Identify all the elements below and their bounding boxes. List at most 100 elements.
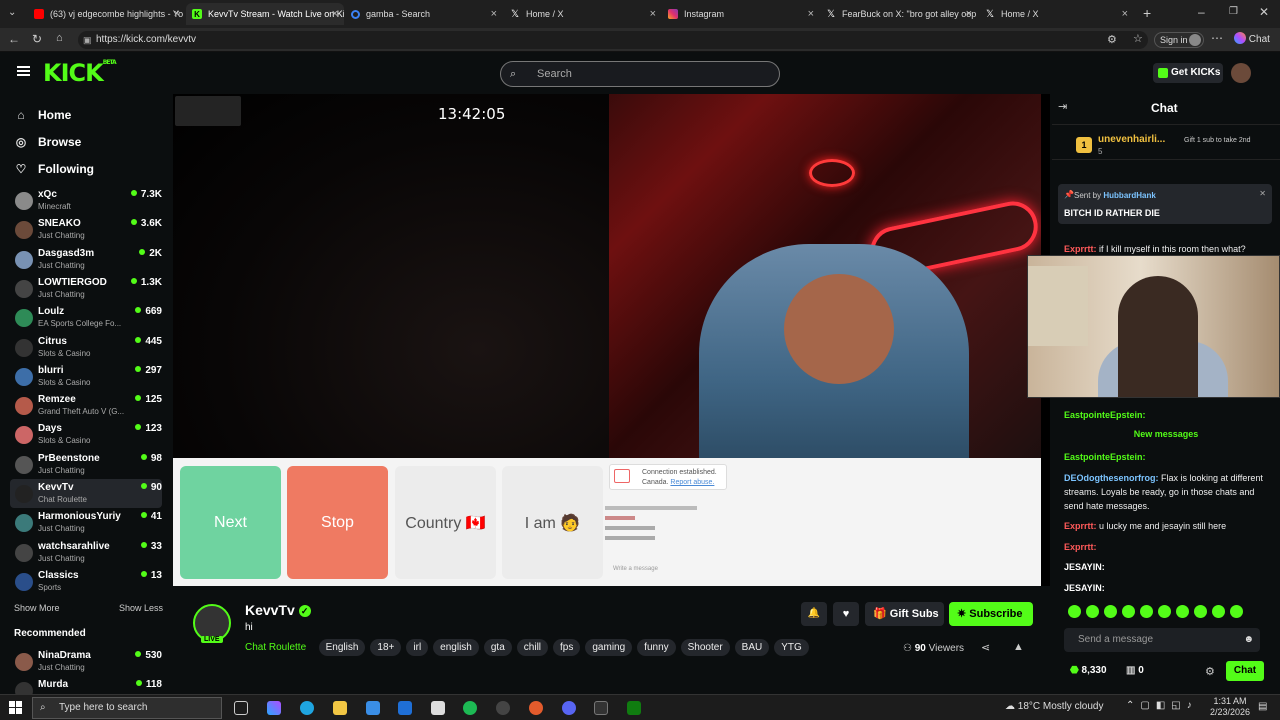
spotify-icon[interactable] — [463, 701, 477, 715]
collapse-chat-icon[interactable]: ⇥ — [1058, 100, 1067, 113]
sidebar-channel[interactable]: HarmoniousYuriy Just Chatting 41 — [10, 508, 162, 537]
sidebar-channel[interactable]: Citrus Slots & Casino 445 — [10, 333, 162, 362]
emote-icon[interactable] — [1068, 605, 1081, 618]
chat-input[interactable]: Send a message ☻ — [1064, 628, 1260, 652]
tab-search[interactable]: gamba - Search × — [345, 3, 503, 25]
tag[interactable]: 18+ — [370, 639, 402, 656]
file-explorer-icon[interactable] — [333, 701, 347, 715]
sidebar-channel[interactable]: KevvTv Chat Roulette 90 — [10, 479, 162, 508]
chat-settings-icon[interactable]: ⚙ — [1205, 665, 1215, 678]
sidebar-channel[interactable]: PrBeenstone Just Chatting 98 — [10, 450, 162, 479]
emote-icon[interactable] — [1230, 605, 1243, 618]
emoji-icon[interactable]: ☻ — [1243, 628, 1254, 652]
notepad-icon[interactable] — [431, 701, 445, 715]
nav-following[interactable]: ♡ Following — [14, 162, 94, 176]
home-icon[interactable]: ⌂ — [56, 32, 63, 44]
search-input[interactable]: ⌕ Search — [500, 61, 780, 87]
tag[interactable]: English — [318, 639, 366, 656]
task-view-icon[interactable] — [234, 701, 248, 715]
kicks-balance[interactable]: ⬣ 8,330 — [1070, 665, 1107, 676]
sidebar-channel[interactable]: Remzee Grand Theft Auto V (G... 125 — [10, 391, 162, 420]
close-icon[interactable]: × — [332, 8, 338, 20]
mail-icon[interactable] — [398, 701, 412, 715]
copilot-icon[interactable] — [267, 701, 281, 715]
weather-widget[interactable]: ☁ 18°C Mostly cloudy — [1005, 701, 1103, 712]
pinned-message[interactable]: 📌 Sent by HubbardHank BITCH ID RATHER DI… — [1058, 184, 1272, 224]
share-icon[interactable]: ⋖ — [981, 641, 990, 654]
chat-username[interactable]: EastpointeEpstein: — [1064, 452, 1146, 462]
nav-home[interactable]: ⌂ Home — [14, 108, 71, 122]
drops-counter[interactable]: ▥ 0 — [1126, 665, 1144, 676]
close-icon[interactable]: × — [1122, 8, 1128, 20]
close-icon[interactable]: × — [808, 8, 814, 20]
tab-kick[interactable]: K KevvTv Stream - Watch Live on Kic × — [186, 3, 344, 25]
tag[interactable]: irl — [406, 639, 429, 656]
stop-button[interactable]: Stop — [287, 466, 388, 579]
sidebar-channel[interactable]: SNEAKO Just Chatting 3.6K — [10, 215, 162, 244]
tag[interactable]: fps — [553, 639, 581, 656]
streamer-name[interactable]: KevvTv — [245, 602, 295, 618]
tab-x-home[interactable]: 𝕏 Home / X × — [504, 3, 662, 25]
show-less-button[interactable]: Show Less — [119, 603, 163, 613]
url-field[interactable]: ▣ https://kick.com/kevvtv — [78, 31, 1148, 49]
edge-icon[interactable] — [300, 701, 314, 715]
report-abuse-link[interactable]: Report abuse. — [670, 479, 714, 486]
tab-youtube[interactable]: (63) vj edgecombe highlights - Yo × — [28, 3, 186, 25]
country-button[interactable]: Country 🇨🇦 — [395, 466, 496, 579]
notification-icon[interactable]: ▤ — [1258, 701, 1267, 712]
follow-button[interactable]: ♥ — [833, 602, 859, 626]
gift-subs-button[interactable]: 🎁 Gift Subs — [865, 602, 944, 626]
sidebar-channel[interactable]: watchsarahlive Just Chatting 33 — [10, 538, 162, 567]
emote-icon[interactable] — [1176, 605, 1189, 618]
emote-icon[interactable] — [1194, 605, 1207, 618]
user-avatar[interactable] — [1231, 63, 1251, 83]
app-icon[interactable] — [529, 701, 543, 715]
tag[interactable]: BAU — [734, 639, 770, 656]
sidebar-channel[interactable]: LOWTIERGOD Just Chatting 1.3K — [10, 274, 162, 303]
unpin-icon[interactable]: ✕ — [1259, 189, 1266, 198]
next-button[interactable]: Next — [180, 466, 281, 579]
xbox-icon[interactable] — [627, 701, 641, 715]
chat-username[interactable]: DEOdogthesenorfrog: — [1064, 473, 1159, 483]
tag[interactable]: YTG — [774, 639, 809, 656]
tag[interactable]: Shooter — [680, 639, 730, 656]
chat-username[interactable]: JESAYIN: — [1064, 583, 1105, 593]
sidebar-channel[interactable]: Dasgasd3m Just Chatting 2K — [10, 245, 162, 274]
tab-x-home-2[interactable]: 𝕏 Home / X × — [979, 3, 1134, 25]
nav-browse[interactable]: ◎ Browse — [14, 135, 82, 149]
tab-actions-icon[interactable]: ⌄ — [8, 7, 16, 18]
discord-icon[interactable] — [562, 701, 576, 715]
kick-logo[interactable]: KICKBETA — [43, 59, 117, 87]
sidebar-channel[interactable]: xQc Minecraft 7.3K — [10, 186, 162, 215]
copilot-chat-button[interactable]: Chat — [1234, 32, 1270, 45]
report-icon[interactable]: ▲ — [1013, 641, 1024, 653]
back-icon[interactable]: ← — [8, 32, 20, 46]
sidebar-channel[interactable]: blurri Slots & Casino 297 — [10, 362, 162, 391]
emote-icon[interactable] — [1122, 605, 1135, 618]
emote-icon[interactable] — [1158, 605, 1171, 618]
tag[interactable]: gta — [483, 639, 512, 656]
emote-icon[interactable] — [1212, 605, 1225, 618]
refresh-icon[interactable]: ↻ — [32, 32, 42, 46]
send-chat-button[interactable]: Chat — [1226, 661, 1264, 681]
windows-start-icon[interactable] — [9, 701, 22, 714]
close-icon[interactable]: × — [491, 8, 497, 20]
taskbar-clock[interactable]: 1:31 AM 2/23/2026 — [1205, 696, 1255, 718]
sidebar-channel[interactable]: Loulz EA Sports College Fo... 669 — [10, 303, 162, 332]
close-icon[interactable]: × — [966, 8, 972, 20]
category-link[interactable]: Chat Roulette — [245, 642, 306, 653]
tag[interactable]: funny — [637, 639, 676, 656]
extensions-icon[interactable]: ⚙ — [1107, 33, 1117, 46]
favorites-icon[interactable]: ☆ — [1133, 32, 1143, 45]
taskbar-search-input[interactable]: ⌕ Type here to search — [32, 697, 222, 719]
menu-icon[interactable] — [17, 66, 30, 76]
gender-button[interactable]: I am 🧑 — [502, 466, 603, 579]
tray-icons[interactable]: ⌃▢◧◱♪ — [1126, 700, 1198, 711]
restore-icon[interactable]: ❐ — [1229, 6, 1238, 17]
tag[interactable]: chill — [516, 639, 549, 656]
video-player[interactable]: 13:42:05 Next Stop Country 🇨🇦 I am 🧑 Con… — [173, 94, 1050, 586]
close-window-icon[interactable]: ✕ — [1259, 5, 1269, 19]
store-icon[interactable] — [366, 701, 380, 715]
close-icon[interactable]: × — [650, 8, 656, 20]
app-icon[interactable] — [594, 701, 608, 715]
